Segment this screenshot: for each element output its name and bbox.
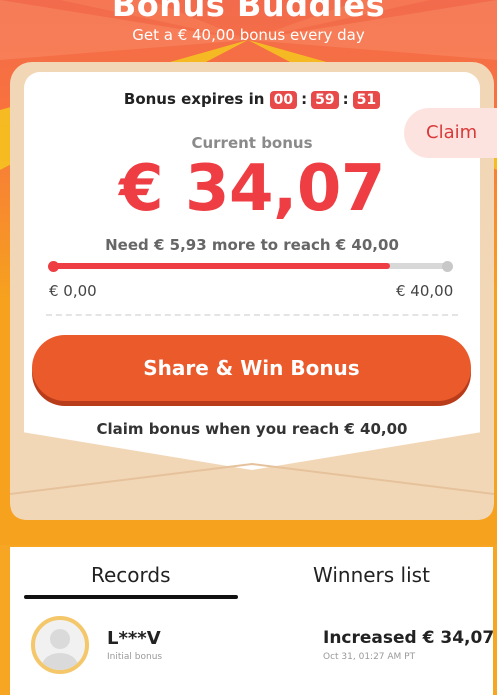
envelope-front-flap [10,430,494,520]
remaining-amount-text: Need € 5,93 more to reach € 40,00 [105,236,399,254]
timer-separator: : [301,90,308,108]
record-timestamp: Oct 31, 01:27 AM PT [323,652,416,662]
record-increase: Increased € 34,07 [323,628,495,648]
timer-hours: 00 [269,91,298,109]
timer-seconds: 51 [352,91,381,109]
progress-start-dot [48,261,59,272]
user-silhouette-icon [42,629,78,670]
timer-label: Bonus expires in [123,90,265,108]
record-note: Initial bonus [107,652,163,662]
claim-hint-text: Claim bonus when you reach € 40,00 [96,420,408,438]
page-subtitle: Get a € 40,00 bonus every day [132,26,365,44]
bonus-timer: Bonus expires in 00:59:51 [0,90,497,109]
progress-min-label: € 0,00 [49,282,97,300]
dashed-divider [46,314,458,316]
timer-minutes: 59 [311,91,339,109]
bonus-progress-track [52,263,449,269]
share-win-bonus-button[interactable]: Share & Win Bonus [32,335,471,401]
timer-separator: : [342,90,349,108]
tab-records[interactable]: Records [91,563,171,587]
page-title: Bonus Buddies [111,0,386,24]
current-bonus-amount: € 34,07 [119,152,385,226]
progress-max-label: € 40,00 [396,282,454,300]
tab-winners-list[interactable]: Winners list [313,563,430,587]
bonus-progress-fill [52,263,391,269]
record-user-name: L***V [107,628,161,649]
current-bonus-label: Current bonus [191,134,313,152]
progress-end-dot [442,261,453,272]
active-tab-indicator [24,595,238,599]
avatar [31,616,89,674]
